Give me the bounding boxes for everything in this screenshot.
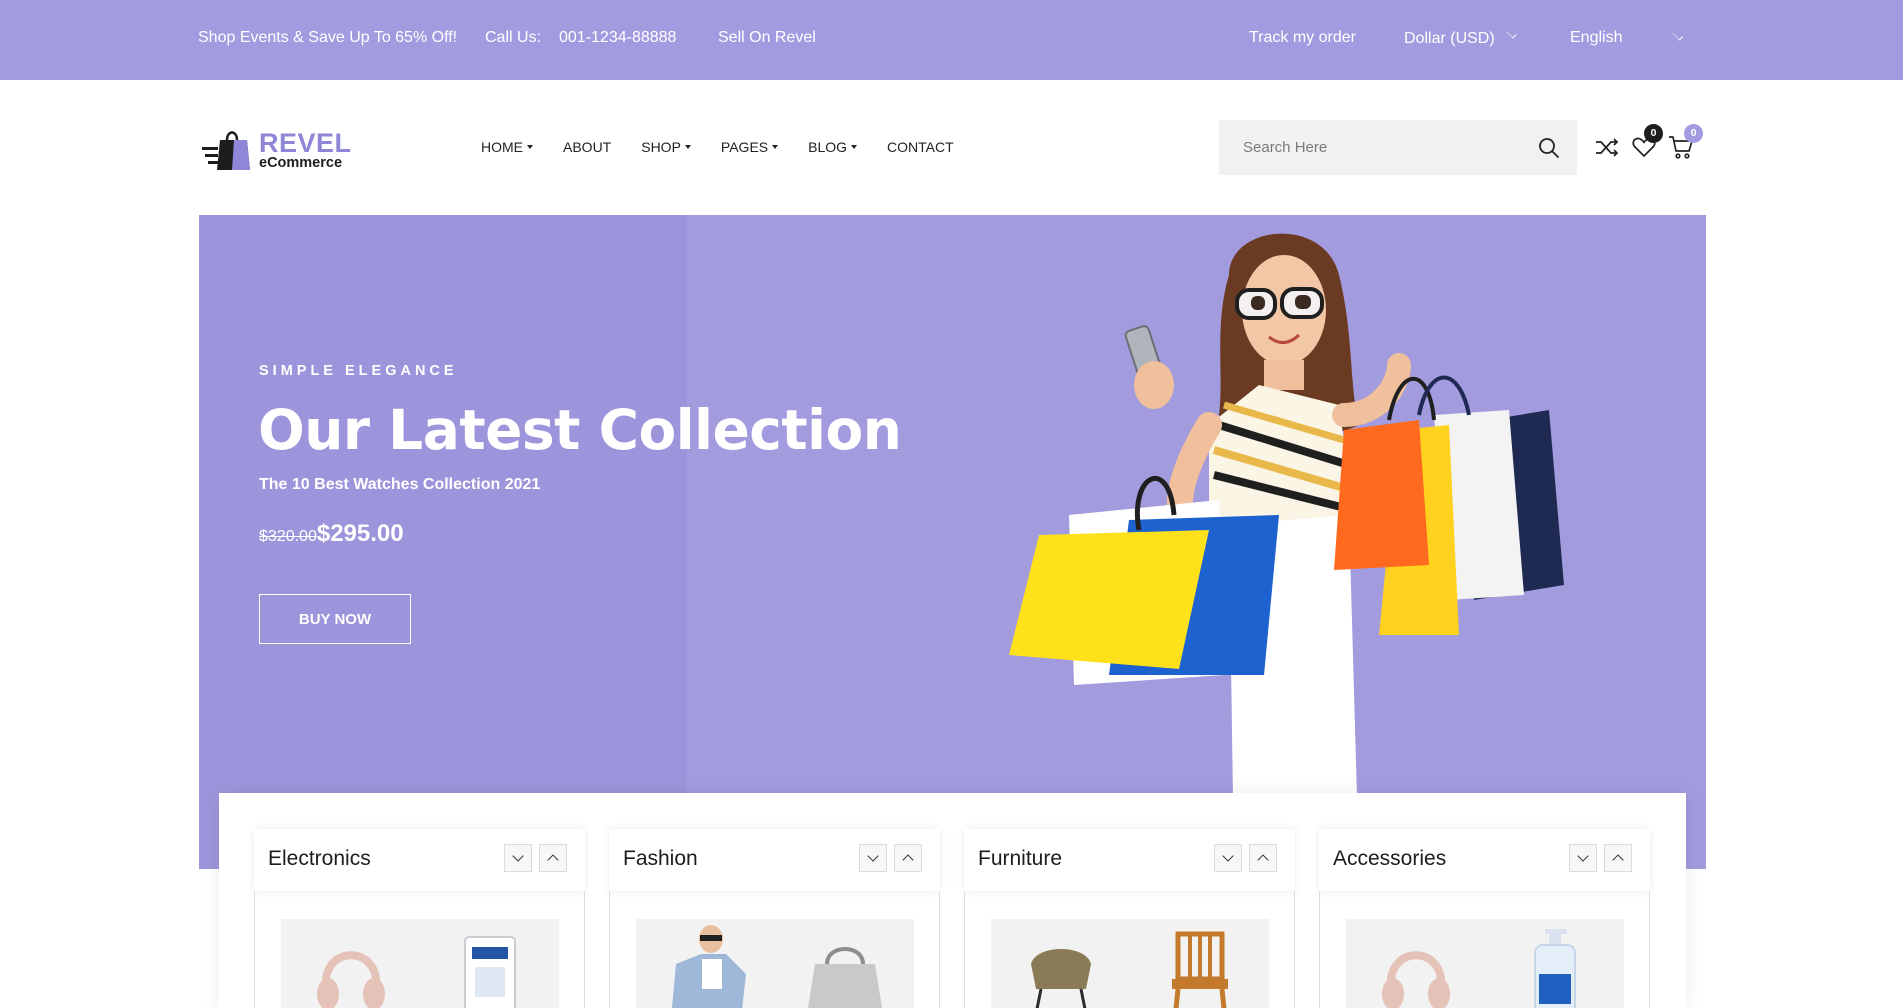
nav-home-label: HOME [481,139,523,155]
cart-count-badge: 0 [1684,124,1703,143]
chevron-down-icon [1506,28,1517,39]
call-label: Call Us: [485,29,542,46]
product-thumb-rocking-chair[interactable] [1130,919,1269,1008]
currency-select[interactable]: Dollar (USD) [1404,28,1517,48]
category-title: Accessories [1333,847,1447,870]
product-thumb-chair[interactable] [991,919,1130,1008]
nav-pages[interactable]: PAGES [720,139,779,155]
nav-about-label: ABOUT [563,139,612,155]
category-body [254,891,585,1008]
language-label: English [1570,29,1623,46]
category-header: Electronics [254,829,585,891]
category-card-furniture: Furniture [964,829,1295,1008]
category-title: Electronics [268,847,371,870]
search-box [1219,120,1577,175]
top-bar: Shop Events & Save Up To 65% Off! Call U… [0,0,1903,80]
main-nav: HOME ABOUT SHOP PAGES BLOG CONTACT [481,139,984,155]
nav-contact[interactable]: CONTACT [887,139,954,155]
chevron-up-icon[interactable] [894,844,922,872]
category-body [609,891,940,1008]
category-header: Furniture [964,829,1295,891]
category-card-accessories: Accessories [1319,829,1650,1008]
caret-down-icon [684,145,691,149]
new-price: $295.00 [316,520,404,547]
product-thumb-sanitizer[interactable] [1485,919,1624,1008]
caret-down-icon [772,145,779,149]
wishlist-count-badge: 0 [1644,124,1663,143]
language-select[interactable]: English [1570,29,1622,47]
category-card-fashion: Fashion [609,829,940,1008]
nav-shop[interactable]: SHOP [641,139,691,155]
caret-down-icon [851,145,858,149]
headphones-icon [1382,951,1450,1008]
hero-price: $320.00$295.00 [259,520,404,548]
hero-banner: SIMPLE ELEGANCE Our Latest Collection Th… [199,215,1706,869]
category-body [964,891,1295,1008]
hero-eyebrow: SIMPLE ELEGANCE [259,363,458,379]
product-thumb-jacket[interactable] [636,919,775,1008]
shopping-bag-logo-icon [202,131,250,170]
logo-subtitle: eCommerce [259,155,343,171]
product-thumb-purifier[interactable] [420,919,559,1008]
search-input[interactable] [1219,120,1519,175]
handbag-icon [807,947,883,1008]
chevron-down-icon[interactable] [1569,844,1597,872]
nav-contact-label: CONTACT [887,139,954,155]
category-body [1319,891,1650,1008]
headphones-icon [317,951,385,1008]
buy-now-button[interactable]: BUY NOW [259,594,411,644]
old-price: $320.00 [259,528,317,545]
track-order-link[interactable]: Track my order [1249,29,1356,47]
water-purifier-icon [464,936,516,1008]
category-card-electronics: Electronics [254,829,585,1008]
promo-text: Shop Events & Save Up To 65% Off! [198,29,458,46]
chair-icon [1031,949,1091,1008]
nav-blog-label: BLOG [808,139,848,155]
product-thumb-handbag[interactable] [775,919,914,1008]
hero-model-image [1009,233,1564,869]
product-thumb-headphones[interactable] [281,919,420,1008]
product-thumb-headphones[interactable] [1346,919,1485,1008]
shuffle-icon[interactable] [1594,134,1620,160]
category-title: Fashion [623,847,698,870]
nav-blog[interactable]: BLOG [808,139,858,155]
hero-title: Our Latest Collection [258,398,902,462]
nav-pages-label: PAGES [720,139,769,155]
fashion-model-icon [672,925,746,1008]
chevron-down-icon[interactable] [504,844,532,872]
chevron-down-icon[interactable] [859,844,887,872]
phone-link[interactable]: 001-1234-88888 [559,29,676,47]
chevron-up-icon[interactable] [1249,844,1277,872]
logo[interactable]: REVEL eCommerce [202,120,352,176]
chevron-up-icon[interactable] [1604,844,1632,872]
rocking-chair-icon [1172,931,1228,1008]
category-title: Furniture [978,847,1063,870]
hero-subtitle: The 10 Best Watches Collection 2021 [259,476,541,493]
category-header: Accessories [1319,829,1650,891]
chevron-up-icon[interactable] [539,844,567,872]
currency-label: Dollar (USD) [1404,30,1495,47]
sanitizer-bottle-icon [1534,929,1576,1008]
caret-down-icon [527,145,533,149]
logo-brand: REVEL [259,128,352,158]
category-header: Fashion [609,829,940,891]
sell-on-link[interactable]: Sell On Revel [718,29,816,47]
nav-shop-label: SHOP [641,139,681,155]
search-icon[interactable] [1537,136,1561,160]
category-panel: Electronics Fashion Furniture Accessorie… [219,793,1686,1008]
nav-about[interactable]: ABOUT [563,139,611,155]
chevron-down-icon[interactable] [1214,844,1242,872]
chevron-down-icon[interactable] [1672,29,1684,41]
nav-home[interactable]: HOME [481,139,533,155]
